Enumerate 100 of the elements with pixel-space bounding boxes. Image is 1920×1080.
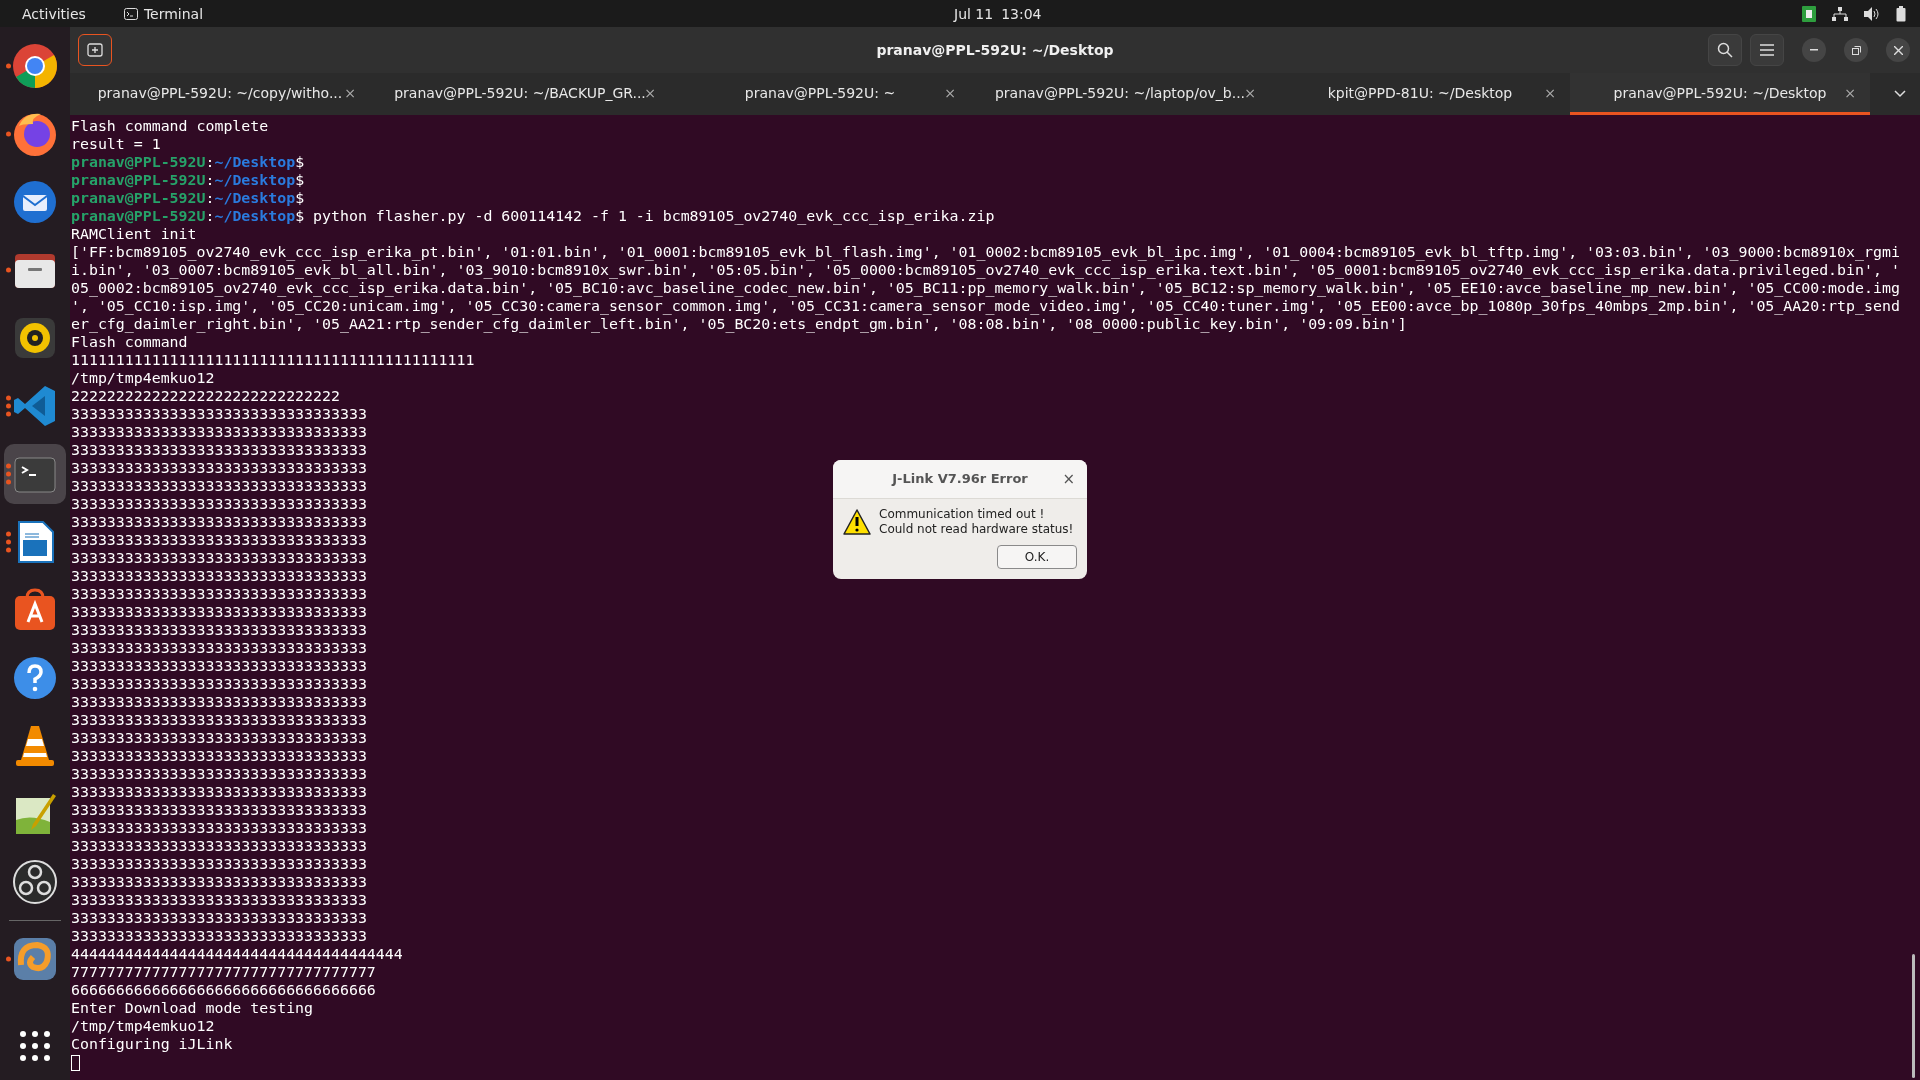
output-line: 05_0002:bcm89105_ov2740_evk_ccc_isp_erika.data.bin', '05_BC10:avc_baseline_codec_new.bin', '05_BC11:pp_memory_walk.bin', '05_BC12:sp_memory_walk.bin', '05_EE10:avce_baseline_mp_new.bin', '05_CC00:mode.img [71, 279, 1900, 297]
tab-title: kpit@PPD-81U: ~/Desktop [1327, 84, 1513, 101]
output-line: 333333333333333333333333333333333 [71, 927, 367, 945]
app-grid-icon [20, 1031, 50, 1061]
output-line: 333333333333333333333333333333333 [71, 405, 367, 423]
menu-button[interactable] [1750, 34, 1784, 66]
output-line: 333333333333333333333333333333333 [71, 729, 367, 747]
output-line: 333333333333333333333333333333333 [71, 801, 367, 819]
tab[interactable]: pranav@PPL-592U: ~/Desktop × [1570, 73, 1870, 115]
tab-title: pranav@PPL-592U: ~/BACKUP_GR... [394, 84, 646, 101]
output-line: RAMClient init [71, 225, 197, 243]
window-title: pranav@PPL-592U: ~/Desktop [876, 42, 1114, 58]
output-line: 333333333333333333333333333333333 [71, 477, 367, 495]
output-line: /tmp/tmp4emkuo12 [71, 369, 215, 387]
tab-close-button[interactable]: × [344, 84, 356, 101]
tab-title: pranav@PPL-592U: ~ [744, 84, 896, 101]
output-line: 333333333333333333333333333333333 [71, 765, 367, 783]
new-tab-button[interactable] [78, 34, 112, 66]
output-line: 6666666666666666666666666666666666 [71, 981, 376, 999]
output-line: 333333333333333333333333333333333 [71, 531, 367, 549]
output-line: 7777777777777777777777777777777777 [71, 963, 376, 981]
output-line: 333333333333333333333333333333333 [71, 513, 367, 531]
minimize-icon [1810, 49, 1818, 51]
output-line: 333333333333333333333333333333333 [71, 837, 367, 855]
battery-icon[interactable] [1896, 5, 1906, 22]
output-line: 333333333333333333333333333333333 [71, 747, 367, 765]
output-line: 333333333333333333333333333333333 [71, 621, 367, 639]
clock[interactable]: Jul 11 13:04 [954, 5, 1042, 22]
output-line: /tmp/tmp4emkuo12 [71, 1017, 215, 1035]
volume-icon[interactable] [1864, 6, 1880, 21]
warning-icon [843, 509, 871, 535]
tab[interactable]: pranav@PPL-592U: ~/BACKUP_GR...× [370, 73, 670, 115]
output-line: 333333333333333333333333333333333 [71, 459, 367, 477]
output-line: 111111111111111111111111111111111111111111111 [71, 351, 475, 369]
output-line: 333333333333333333333333333333333 [71, 567, 367, 585]
minimize-button[interactable] [1802, 38, 1826, 62]
output-line: Flash command complete [71, 117, 269, 135]
prompt-line: pranav@PPL-592U:~/Desktop$ [71, 171, 305, 189]
output-line: ', '05_CC10:isp.img', '05_CC20:unicam.img', '05_CC30:camera_sensor_common.img', '05_CC31:camera_sensor_mode_video.img', '05_CC40:tuner.img', '05_EE00:avce_bp_1080p_30fps_40mbps_2mp.bin', '05_AA20:rtp_send [71, 297, 1900, 315]
prompt-line: pranav@PPL-592U:~/Desktop$ [71, 189, 305, 207]
tab[interactable]: kpit@PPD-81U: ~/Desktop × [1270, 73, 1570, 115]
output-line: result = 1 [71, 135, 161, 153]
tab-title: pranav@PPL-592U: ~/copy/witho... [97, 84, 343, 101]
tab-close-button[interactable]: × [644, 84, 656, 101]
output-line: 333333333333333333333333333333333 [71, 819, 367, 837]
prompt-line: pranav@PPL-592U:~/Desktop$ python flasher.py -d 600114142 -f 1 -i bcm89105_ov2740_evk_ccc_isp_erika.zip [71, 207, 995, 225]
output-line: 333333333333333333333333333333333 [71, 585, 367, 603]
output-line: ['FF:bcm89105_ov2740_evk_ccc_isp_erika_pt.bin', '01:01.bin', '01_0001:bcm89105_evk_bl_flash.img', '01_0002:bcm89105_evk_bl_ipc.img', '01_0004:bcm89105_evk_bl_tftp.img', '03:03.bin', '03_9000:bcm8910x_rgmi [71, 243, 1900, 261]
output-line: 333333333333333333333333333333333 [71, 603, 367, 621]
dialog-message: Communication timed out ! Could not read hardware status! [879, 507, 1074, 537]
app-menu[interactable]: Terminal [123, 5, 204, 22]
network-icon[interactable] [1832, 6, 1848, 21]
dialog-close-button[interactable]: × [1062, 470, 1075, 488]
output-line: 333333333333333333333333333333333 [71, 657, 367, 675]
close-icon [1893, 45, 1903, 55]
close-button[interactable] [1886, 38, 1910, 62]
new-tab-icon [87, 42, 103, 58]
output-line: 333333333333333333333333333333333 [71, 855, 367, 873]
output-line: 333333333333333333333333333333333 [71, 675, 367, 693]
swirl-icon [11, 935, 59, 983]
tab-close-button[interactable]: × [944, 84, 956, 101]
output-line: 333333333333333333333333333333333 [71, 441, 367, 459]
tab-title: pranav@PPL-592U: ~/Desktop [1613, 84, 1827, 101]
scrollbar-thumb[interactable] [1912, 954, 1915, 1078]
search-button[interactable] [1708, 34, 1742, 66]
output-line: 333333333333333333333333333333333 [71, 873, 367, 891]
tab[interactable]: pranav@PPL-592U: ~ × [670, 73, 970, 115]
mail-icon [11, 178, 59, 226]
tab-close-button[interactable]: × [1844, 84, 1856, 101]
restore-button[interactable] [1844, 38, 1868, 62]
prompt-line: pranav@PPL-592U:~/Desktop$ [71, 153, 305, 171]
output-line: Configuring iJLink [71, 1035, 233, 1053]
output-line: Flash command [71, 333, 188, 351]
text-cursor [71, 1055, 80, 1071]
search-icon [1717, 42, 1733, 58]
output-line: 333333333333333333333333333333333 [71, 639, 367, 657]
output-line: 333333333333333333333333333333333 [71, 891, 367, 909]
ok-button[interactable]: O.K. [997, 545, 1077, 569]
activities-button[interactable]: Activities [18, 5, 90, 22]
tab[interactable]: pranav@PPL-592U: ~/copy/witho...× [70, 73, 370, 115]
tab-title: pranav@PPL-592U: ~/laptop/ov_b... [994, 84, 1246, 101]
tab[interactable]: pranav@PPL-592U: ~/laptop/ov_b...× [970, 73, 1270, 115]
tab-close-button[interactable]: × [1544, 84, 1556, 101]
dialog-title: J-Link V7.96r Error [892, 470, 1028, 488]
output-line: 333333333333333333333333333333333 [71, 693, 367, 711]
output-line: 333333333333333333333333333333333 [71, 909, 367, 927]
output-line: 333333333333333333333333333333333 [71, 495, 367, 513]
help-icon [11, 654, 59, 702]
output-line: 222222222222222222222222222222 [71, 387, 340, 405]
terminal-icon [123, 7, 138, 20]
output-line: 333333333333333333333333333333333 [71, 783, 367, 801]
chevron-down-icon [1894, 90, 1906, 98]
browser-icon [11, 42, 59, 90]
output-line: Enter Download mode testing [71, 999, 314, 1017]
output-line: 4444444444444444444444444444444444444 [71, 945, 403, 963]
app-indicator-icon[interactable] [1802, 5, 1816, 22]
output-line: 333333333333333333333333333333333 [71, 711, 367, 729]
aperture-icon [11, 858, 59, 906]
tab-close-button[interactable]: × [1244, 84, 1256, 101]
output-line: i.bin', '03_0007:bcm89105_evk_bl_all.bin', '03_9010:bcm8910x_swr.bin', '05:05.bin', '05_0000:bcm89105_ov2740_evk_ccc_isp_erika.text.bin', '05_0001:bcm89105_ov2740_evk_ccc_isp_erika.data.privileged.bin', ' [71, 261, 1900, 279]
